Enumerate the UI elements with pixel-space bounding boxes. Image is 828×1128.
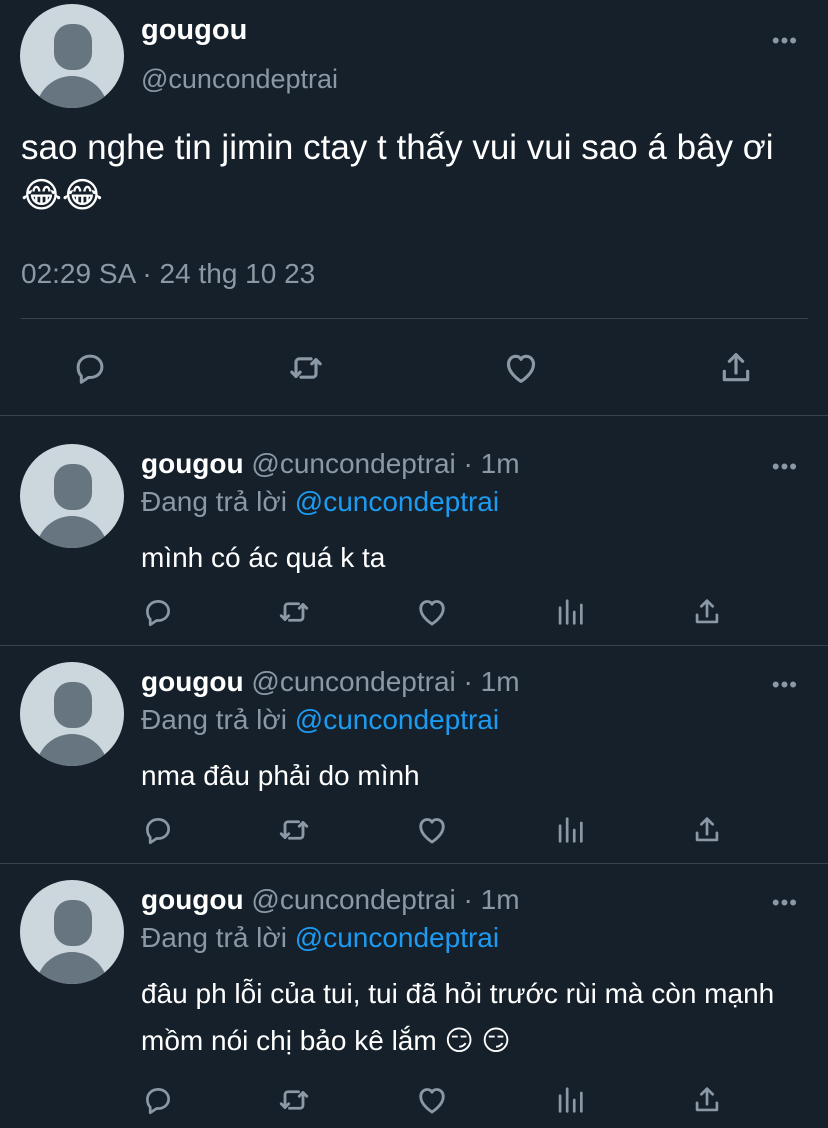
mention-link[interactable]: @cuncondeptrai [295,704,499,735]
reply-icon[interactable] [140,1082,176,1118]
reply-tweet[interactable]: gougou @cuncondeptrai · 1m ••• Đang trả … [0,880,828,1128]
tweet-text: mình có ác quá k ta [141,542,386,573]
reply-icon[interactable] [140,812,176,848]
avatar-head [54,464,92,510]
reply-header: gougou @cuncondeptrai · 1m [141,666,520,698]
more-options-icon[interactable]: ••• [772,456,798,478]
reply-icon[interactable] [140,594,176,630]
main-action-bar [0,344,828,392]
analytics-icon[interactable] [552,1082,588,1118]
user-handle[interactable]: @cuncondeptrai · 1m [251,884,519,915]
replying-prefix: Đang trả lời [141,486,295,517]
avatar[interactable] [20,4,124,108]
divider [0,415,828,416]
more-options-icon[interactable]: ••• [772,892,798,914]
reply-header: gougou @cuncondeptrai · 1m [141,448,520,480]
avatar-head [54,24,92,70]
avatar-body [36,516,108,548]
avatar-head [54,682,92,728]
display-name[interactable]: gougou [141,14,247,47]
avatar-head [54,900,92,946]
display-name[interactable]: gougou [141,666,244,697]
tweet-text: đâu ph lỗi của tui, tui đã hỏi trước rùi… [141,978,775,1056]
more-options-icon[interactable]: ••• [772,674,798,696]
share-icon[interactable] [689,812,725,848]
mention-link[interactable]: @cuncondeptrai [295,486,499,517]
analytics-icon[interactable] [552,812,588,848]
like-icon[interactable] [414,812,450,848]
avatar[interactable] [20,662,124,766]
display-name[interactable]: gougou [141,448,244,479]
user-handle[interactable]: @cuncondeptrai · 1m [251,448,519,479]
mention-link[interactable]: @cuncondeptrai [295,922,499,953]
like-icon[interactable] [414,1082,450,1118]
tweet-text: sao nghe tin jimin ctay t thấy vui vui s… [21,128,774,215]
divider [21,318,808,319]
user-handle[interactable]: @cuncondeptrai [141,64,338,95]
share-icon[interactable] [689,594,725,630]
avatar-body [36,734,108,766]
tweet-text: nma đâu phải do mình [141,760,420,791]
reply-icon[interactable] [68,344,112,392]
retweet-icon[interactable] [284,344,328,392]
divider [0,645,828,646]
avatar[interactable] [20,880,124,984]
analytics-icon[interactable] [552,594,588,630]
reply-tweet[interactable]: gougou @cuncondeptrai · 1m ••• Đang trả … [0,662,828,863]
avatar-body [36,952,108,984]
replying-prefix: Đang trả lời [141,704,295,735]
share-icon[interactable] [714,344,758,392]
more-options-icon[interactable]: ••• [772,30,798,52]
retweet-icon[interactable] [276,812,312,848]
retweet-icon[interactable] [276,594,312,630]
display-name[interactable]: gougou [141,884,244,915]
avatar-body [36,76,108,108]
divider [0,863,828,864]
replying-prefix: Đang trả lời [141,922,295,953]
retweet-icon[interactable] [276,1082,312,1118]
tweet-timestamp[interactable]: 02:29 SA · 24 thg 10 23 [21,258,315,290]
replying-to: Đang trả lời @cuncondeptrai [141,922,499,954]
like-icon[interactable] [414,594,450,630]
reply-header: gougou @cuncondeptrai · 1m [141,884,520,916]
like-icon[interactable] [499,344,543,392]
reply-tweet[interactable]: gougou @cuncondeptrai · 1m ••• Đang trả … [0,444,828,645]
replying-to: Đang trả lời @cuncondeptrai [141,704,499,736]
user-handle[interactable]: @cuncondeptrai · 1m [251,666,519,697]
share-icon[interactable] [689,1082,725,1118]
avatar[interactable] [20,444,124,548]
replying-to: Đang trả lời @cuncondeptrai [141,486,499,518]
